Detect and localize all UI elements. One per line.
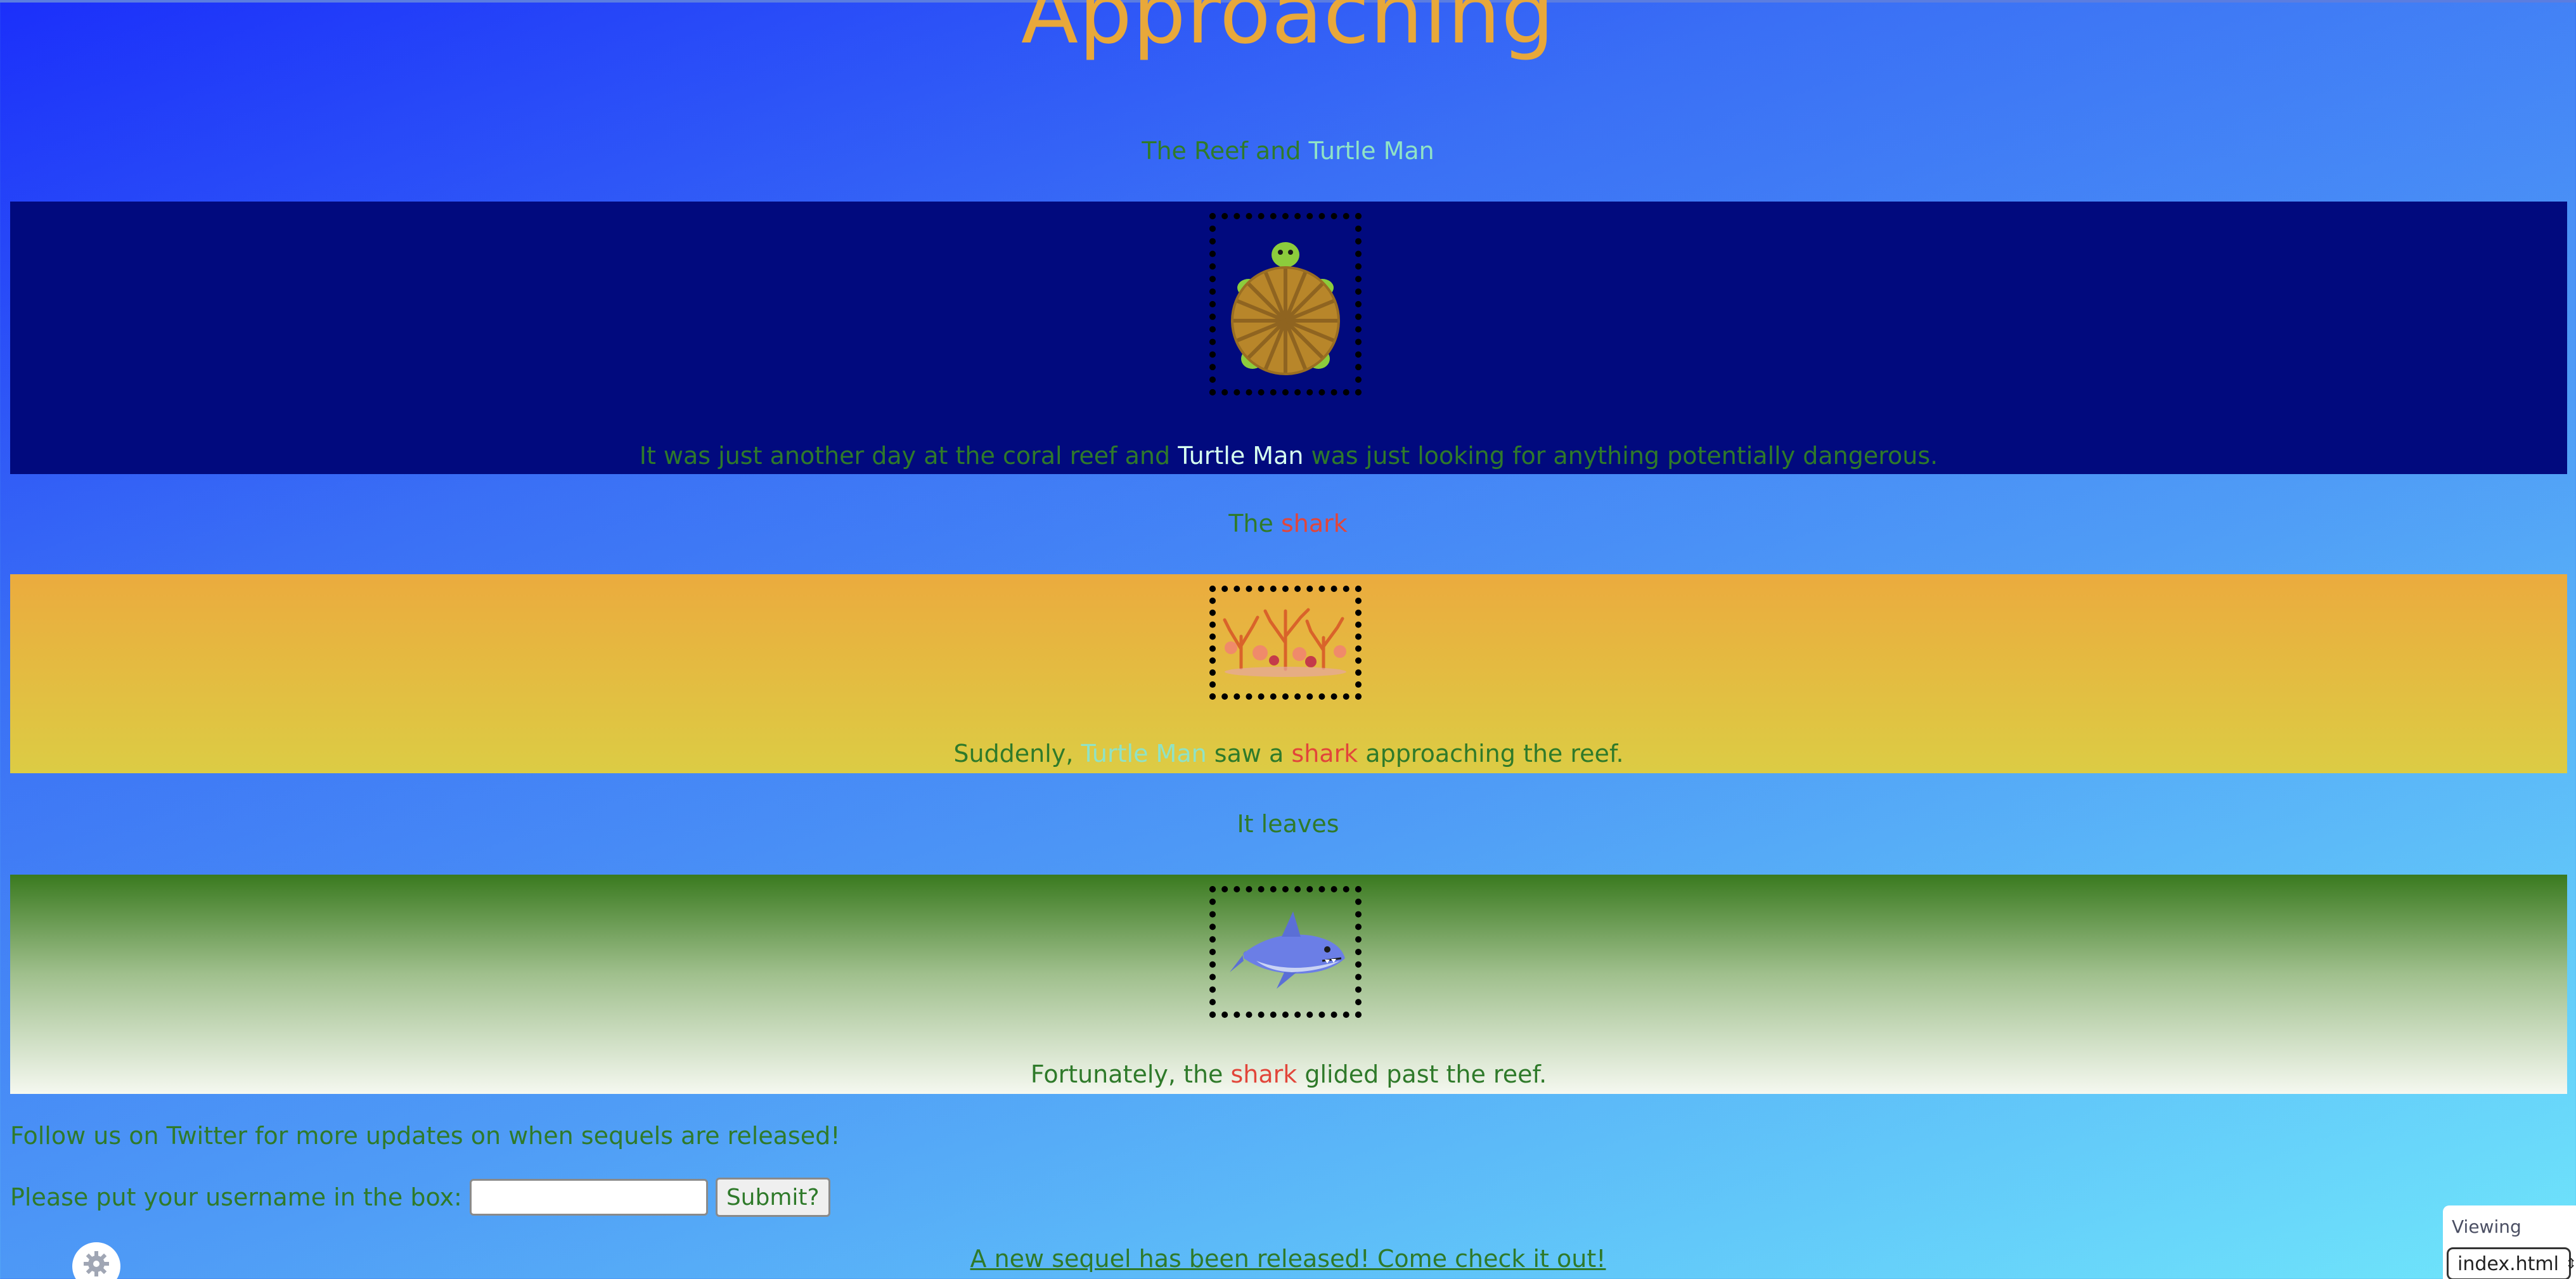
turtle-man-name: Turtle Man: [1081, 740, 1207, 768]
selected-file: index.html: [2457, 1252, 2559, 1275]
story-panel-shark: Suddenly, Turtle Man saw a shark approac…: [10, 574, 2567, 773]
chevron-updown-icon: ⇕: [2565, 1256, 2576, 1272]
story-caption-reef: It was just another day at the coral ree…: [10, 440, 2567, 472]
turtle-image: [1231, 242, 1340, 375]
coral-reef-image: [1223, 608, 1346, 677]
heading-text: It leaves: [1237, 810, 1339, 838]
caption-text: Fortunately, the: [1030, 1060, 1231, 1088]
image-frame: [1209, 213, 1362, 395]
image-frame: [1209, 586, 1362, 700]
viewing-label: Viewing: [2452, 1216, 2521, 1237]
username-form: Please put your username in the box: Sub…: [10, 1176, 830, 1218]
shark-name: shark: [1291, 740, 1358, 768]
file-viewer-panel: Viewing index.html ⇕: [2443, 1205, 2576, 1279]
username-input[interactable]: [469, 1179, 708, 1216]
shark-image: [1228, 911, 1345, 989]
section-heading-leaves: It leaves: [0, 805, 2576, 843]
story-panel-reef: It was just another day at the coral ree…: [10, 202, 2567, 474]
caption-text: It was just another day at the coral ree…: [639, 442, 1178, 470]
shark-name: shark: [1280, 510, 1348, 537]
caption-text: was just looking for anything potentiall…: [1303, 442, 1938, 470]
caption-text: saw a: [1206, 740, 1292, 768]
heading-text: The Reef and: [1142, 137, 1309, 165]
sequel-link[interactable]: A new sequel has been released! Come che…: [0, 1241, 2576, 1276]
caption-text: glided past the reef.: [1297, 1060, 1547, 1088]
gear-icon: [84, 1251, 109, 1276]
turtle-man-name: Turtle Man: [1308, 137, 1434, 165]
story-panel-leaves: Fortunately, the shark glided past the r…: [10, 875, 2567, 1094]
image-frame: [1209, 886, 1362, 1018]
story-caption-shark: Suddenly, Turtle Man saw a shark approac…: [10, 738, 2567, 769]
shark-name: shark: [1230, 1060, 1298, 1088]
username-label: Please put your username in the box:: [10, 1183, 462, 1211]
turtle-man-name: Turtle Man: [1178, 442, 1304, 470]
file-select[interactable]: index.html ⇕: [2447, 1247, 2576, 1279]
heading-text: The: [1228, 510, 1281, 537]
section-heading-reef: The Reef and Turtle Man: [0, 132, 2576, 170]
caption-text: Suddenly,: [953, 740, 1081, 768]
caption-text: approaching the reef.: [1358, 740, 1624, 768]
story-caption-leaves: Fortunately, the shark glided past the r…: [10, 1058, 2567, 1090]
twitter-follow-text: Follow us on Twitter for more updates on…: [10, 1122, 840, 1150]
section-heading-shark: The shark: [0, 505, 2576, 543]
submit-button[interactable]: Submit?: [715, 1178, 830, 1217]
page-title: Approaching: [1021, 0, 1555, 63]
